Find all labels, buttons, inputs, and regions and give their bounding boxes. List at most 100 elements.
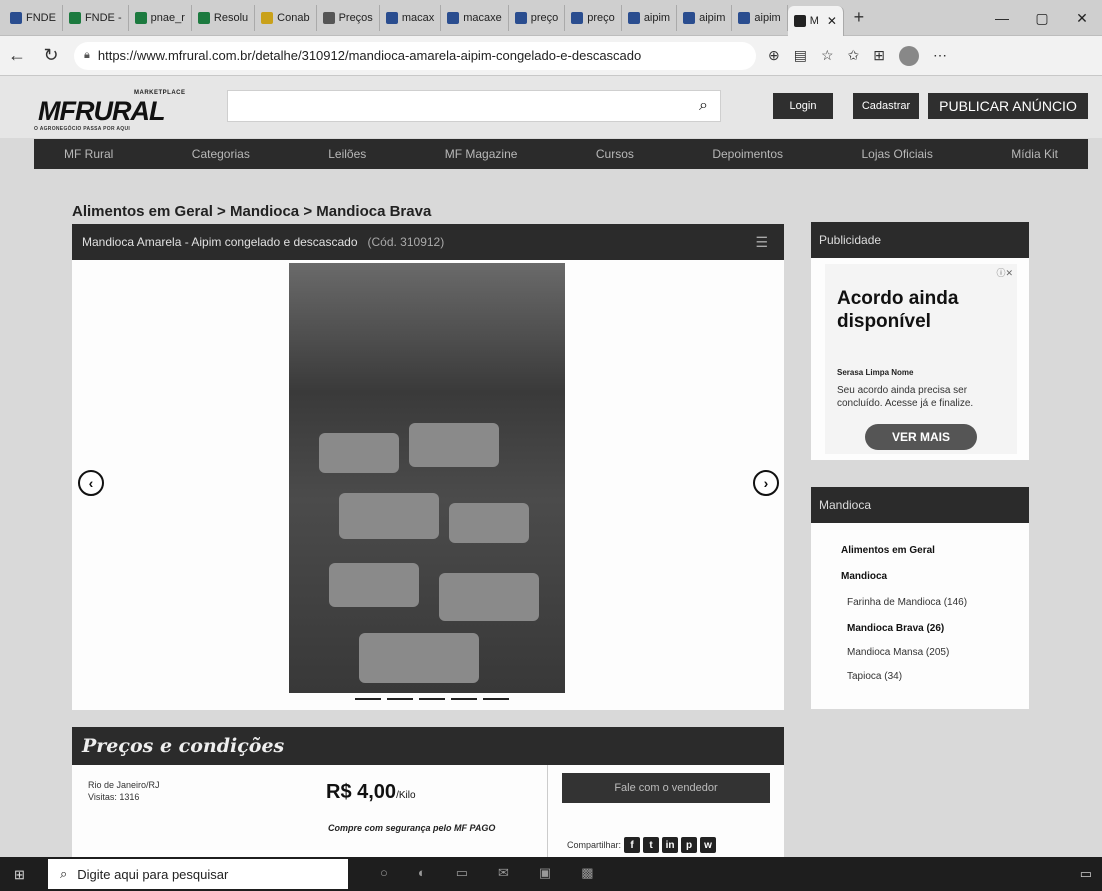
browser-tab[interactable]: pnae_r [129,4,192,31]
ad-banner[interactable]: ⓘ✕ Acordo ainda disponível Serasa Limpa … [825,264,1017,454]
browser-tab[interactable]: FNDE [4,4,63,31]
nav-item[interactable]: Categorias [192,147,250,161]
gallery-dot[interactable] [387,698,413,700]
contact-seller-button[interactable]: Fale com o vendedor [562,773,770,803]
browser-tab[interactable]: aipim [677,4,733,31]
nav-item[interactable]: MF Magazine [445,147,518,161]
browser-tab[interactable]: aipim [732,4,788,31]
nav-item[interactable]: Leilões [328,147,366,161]
maximize-icon[interactable]: ▢ [1022,0,1062,36]
tab-favicon-icon [514,11,527,24]
tab-label: aipim [643,11,671,24]
register-button[interactable]: Cadastrar [853,93,919,119]
explorer-icon[interactable]: ▭ [456,865,468,881]
mfrural-logo[interactable]: MARKETPLACE MFRURAL O AGRONEGÓCIO PASSA … [34,90,194,132]
category-parent[interactable]: Mandioca [841,571,887,582]
tab-label: Resolu [213,11,249,24]
previous-image-icon[interactable]: ‹ [78,470,104,496]
url-text: https://www.mfrural.com.br/detalhe/31091… [97,48,642,63]
whatsapp-icon[interactable]: w [700,837,717,853]
next-image-icon[interactable]: › [753,470,779,496]
favorite-icon[interactable]: ☆ [821,47,834,64]
ad-close-icon[interactable]: ⓘ✕ [996,266,1013,279]
ad-text: Seu acordo ainda precisa ser concluído. … [837,385,974,409]
browser-tab[interactable]: Conab [255,4,317,31]
ad-cta-button[interactable]: VER MAIS [865,424,977,450]
nav-item[interactable]: Cursos [596,147,634,161]
menu-icon[interactable]: ☰ [755,234,768,251]
search-icon[interactable]: ⌕ [699,97,708,115]
gallery-dot[interactable] [355,698,381,700]
ad-brand: Serasa Limpa Nome [837,368,914,377]
profile-avatar[interactable] [899,45,919,66]
tab-favicon-icon [10,11,22,24]
ad-panel: ⓘ✕ Acordo ainda disponível Serasa Limpa … [811,258,1029,460]
browser-tab[interactable]: Preços [317,4,380,31]
photos-icon[interactable]: ▩ [581,865,593,881]
browser-tab[interactable]: FNDE - [63,4,129,31]
tab-favicon-icon [571,11,584,24]
product-gallery: ‹ › [72,260,784,710]
browser-tab[interactable]: preço [509,4,566,31]
tab-label: macax [401,11,435,24]
notifications-icon[interactable]: ▭ [1080,866,1092,882]
category-heading: Mandioca [811,487,1029,523]
store-icon[interactable]: ▣ [539,865,551,881]
ad-title: Acordo ainda disponível [837,288,959,332]
favorites-list-icon[interactable]: ✩ [848,47,860,64]
taskbar-search[interactable]: ⌕ Digite aqui para pesquisar [48,859,348,889]
mail-icon[interactable]: ✉ [498,865,509,881]
taskbar: ⊞ ⌕ Digite aqui para pesquisar ○ ◐ ▭ ✉ ▣… [0,857,1102,891]
task-view-icon[interactable]: ○ [380,865,388,881]
publish-ad-button[interactable]: PUBLICAR ANÚNCIO [928,93,1088,119]
category-item[interactable]: Mandioca Brava (26) [847,623,944,634]
more-icon[interactable]: ⋯ [933,47,947,64]
zoom-icon[interactable]: ⊕ [768,47,780,64]
collections-icon[interactable]: ⊞ [873,47,885,64]
tab-favicon-icon [385,11,398,24]
nav-item[interactable]: Lojas Oficiais [861,147,932,161]
tab-favicon-icon [68,11,81,24]
gallery-dot[interactable] [419,698,445,700]
minimize-icon[interactable]: — [982,0,1022,36]
url-field[interactable]: 🔒︎ https://www.mfrural.com.br/detalhe/31… [74,41,756,70]
tab-favicon-icon [322,11,335,24]
browser-tab[interactable]: macaxe [441,4,509,31]
browser-tab[interactable]: aipim [622,4,678,31]
windows-start-icon[interactable]: ⊞ [14,867,25,883]
login-button[interactable]: Login [773,93,833,119]
price-unit: /Kilo [396,790,416,801]
browser-tab[interactable]: M ✕ [787,5,844,36]
tab-label: pnae_r [150,11,185,24]
category-root[interactable]: Alimentos em Geral [841,545,935,556]
seller-info: Rio de Janeiro/RJ Visitas: 1316 [88,779,160,803]
tab-close-icon[interactable]: ✕ [827,14,837,28]
logo-name: MFRURAL [38,96,165,126]
close-window-icon[interactable]: ✕ [1062,0,1102,36]
pinterest-icon[interactable]: p [681,837,698,853]
linkedin-icon[interactable]: in [662,837,679,853]
gallery-dot[interactable] [483,698,509,700]
nav-item[interactable]: MF Rural [64,147,113,161]
nav-item[interactable]: Mídia Kit [1011,147,1058,161]
site-search-input[interactable]: ⌕ [227,90,721,122]
facebook-icon[interactable]: f [624,837,641,853]
reader-icon[interactable]: ▤ [794,47,807,64]
category-item[interactable]: Mandioca Mansa (205) [847,647,949,658]
category-item[interactable]: Farinha de Mandioca (146) [847,597,967,608]
nav-item[interactable]: Depoimentos [712,147,783,161]
back-icon[interactable]: ← [0,45,34,66]
gallery-dot[interactable] [451,698,477,700]
tab-label: aipim [754,11,781,24]
breadcrumb[interactable]: Alimentos em Geral > Mandioca > Mandioca… [72,203,431,220]
browser-tab[interactable]: macax [380,4,442,31]
category-item[interactable]: Tapioca (34) [847,671,902,682]
browser-tab[interactable]: preço [565,4,622,31]
new-tab-button[interactable]: + [844,7,874,28]
edge-icon[interactable]: ◐ [418,865,426,881]
browser-tab[interactable]: Resolu [192,4,256,31]
twitter-icon[interactable]: t [643,837,660,853]
product-photo[interactable] [289,263,565,693]
reload-icon[interactable]: ↻ [34,45,68,66]
tab-favicon-icon [793,14,806,27]
